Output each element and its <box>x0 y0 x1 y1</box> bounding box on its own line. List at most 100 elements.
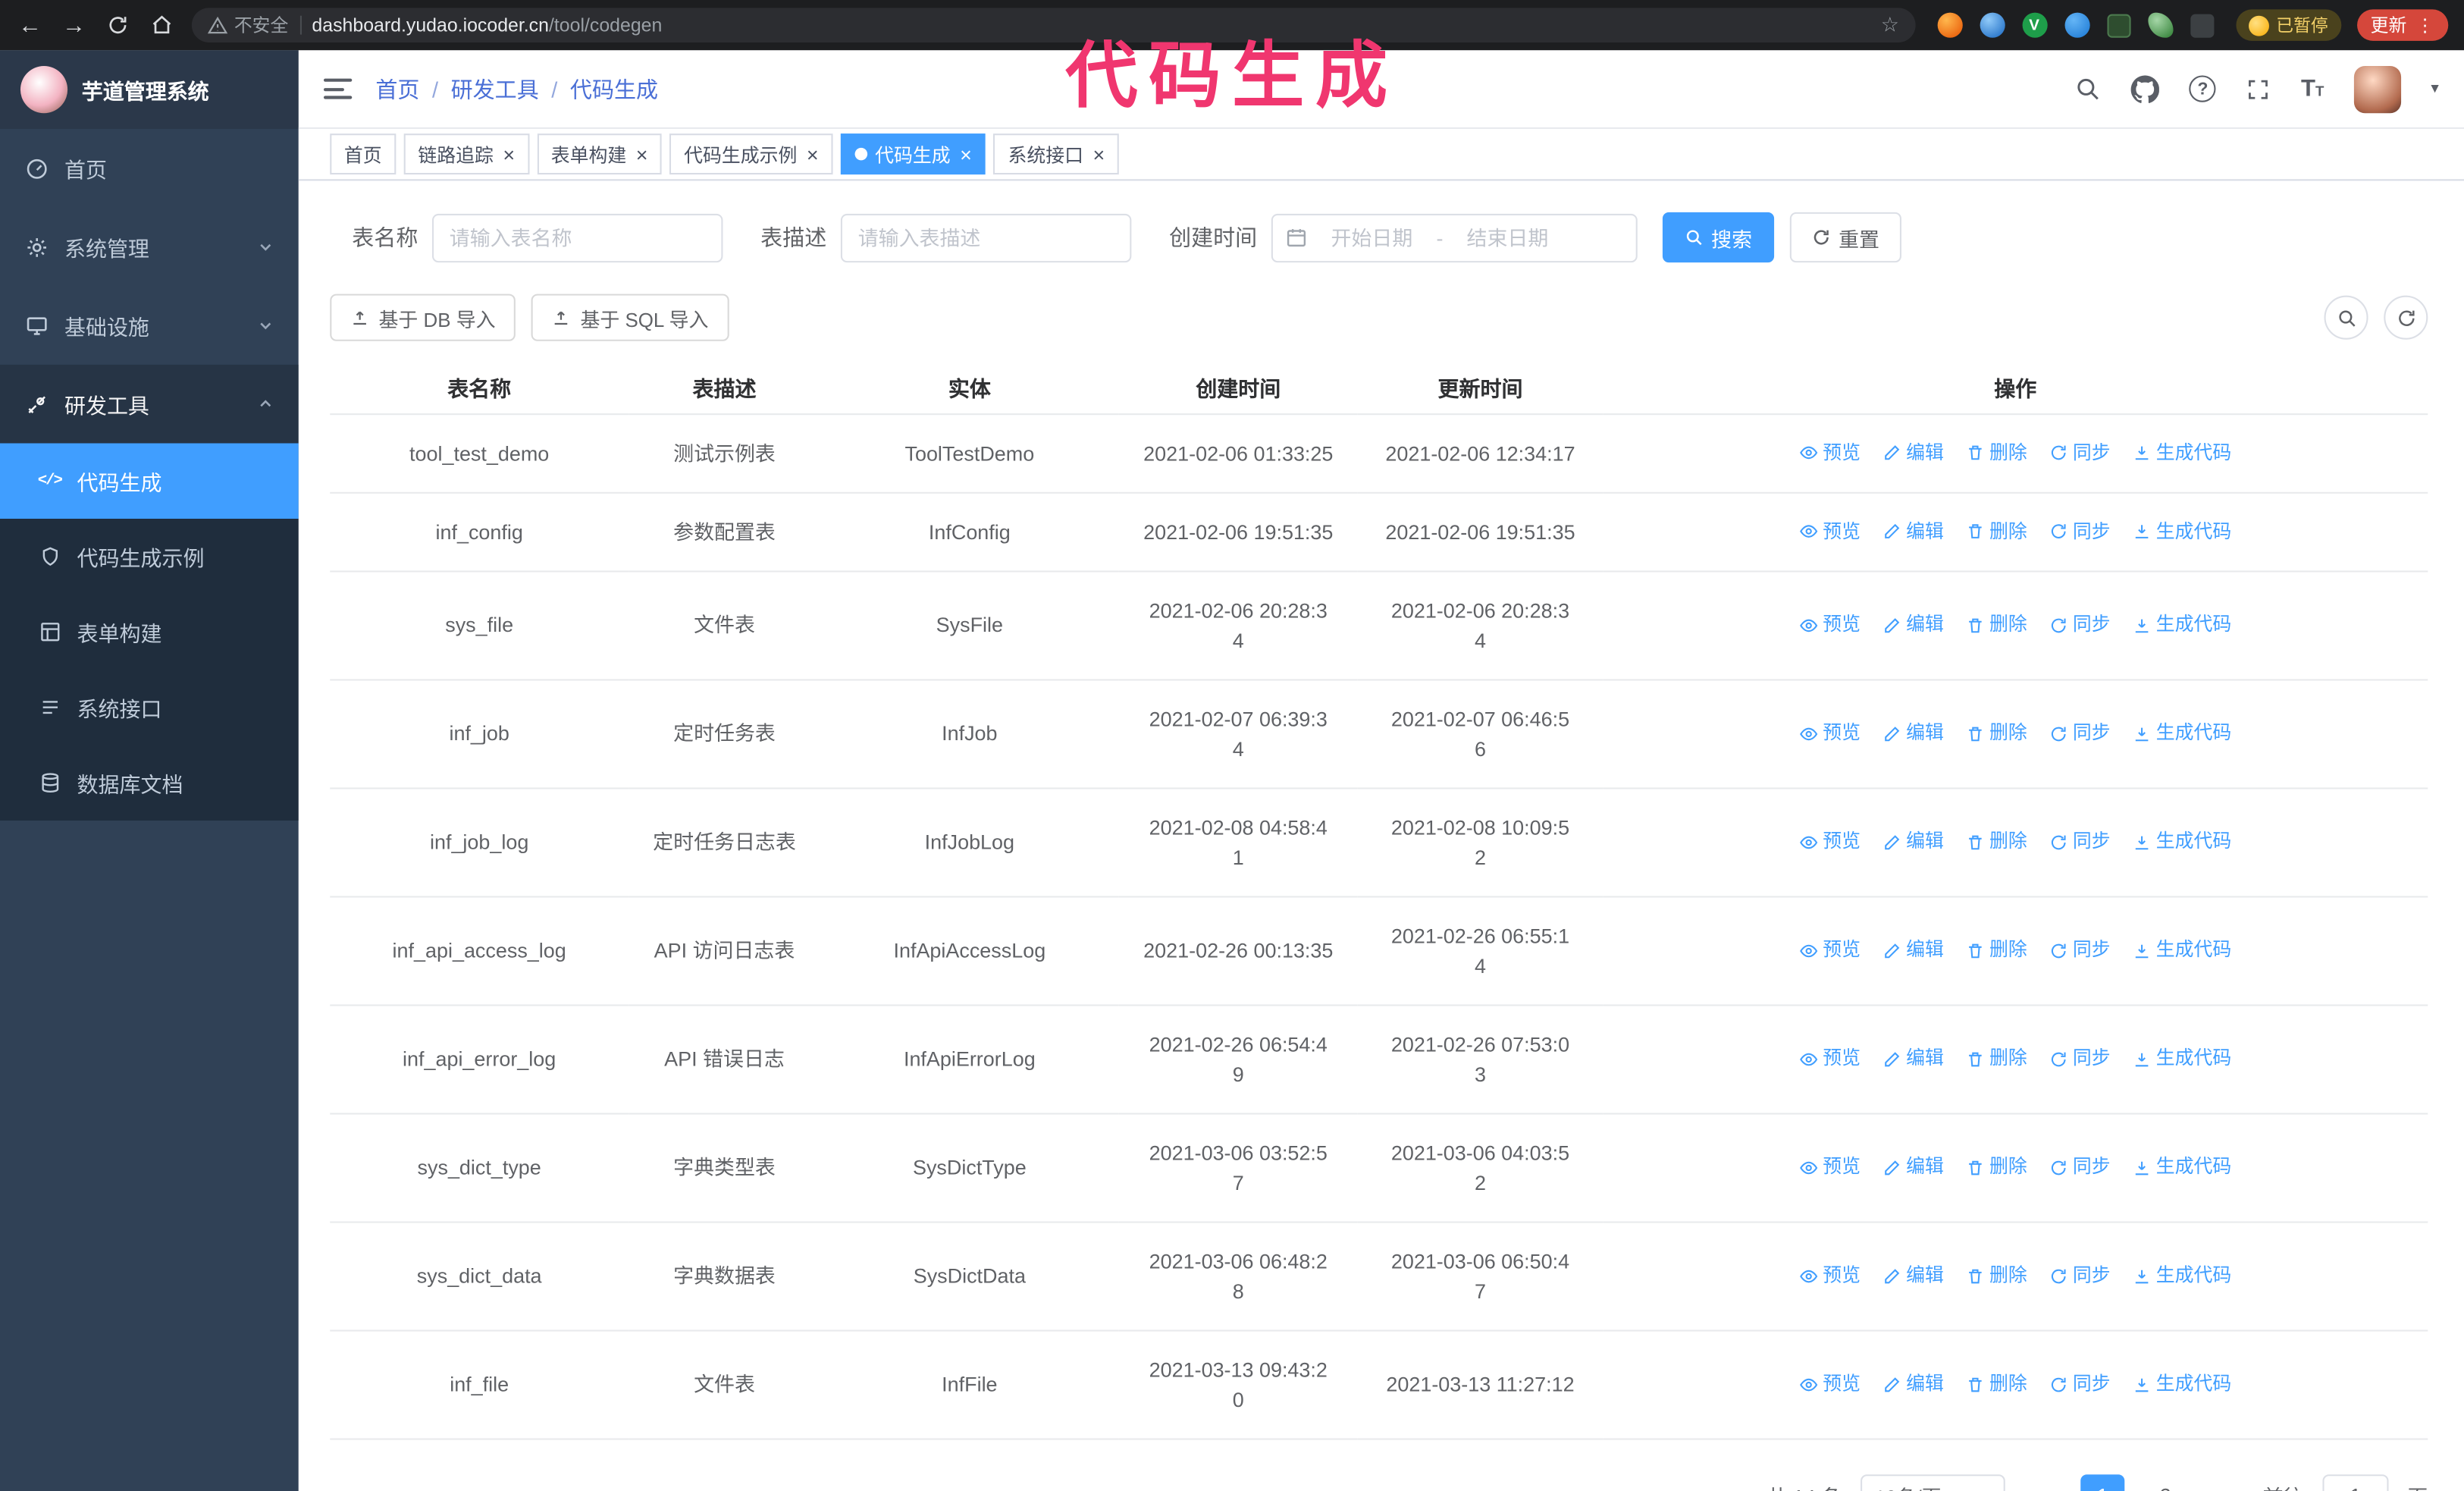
reset-button[interactable]: 重置 <box>1789 212 1902 263</box>
generate-code-link[interactable]: 生成代码 <box>2133 1152 2231 1182</box>
font-size-icon[interactable]: TT <box>2301 77 2324 101</box>
generate-code-link[interactable]: 生成代码 <box>2133 438 2231 467</box>
page-button-2[interactable]: 2 <box>2143 1474 2187 1491</box>
home-icon[interactable] <box>148 14 176 36</box>
tab-item[interactable]: 表单构建 × <box>537 133 663 175</box>
help-icon[interactable]: ? <box>2189 75 2217 102</box>
preview-link[interactable]: 预览 <box>1799 610 1861 639</box>
sync-link[interactable]: 同步 <box>2049 1369 2111 1398</box>
paused-badge[interactable]: 已暂停 <box>2235 9 2341 41</box>
generate-code-link[interactable]: 生成代码 <box>2133 1260 2231 1290</box>
preview-link[interactable]: 预览 <box>1799 935 1861 965</box>
edit-link[interactable]: 编辑 <box>1882 1369 1944 1398</box>
sync-link[interactable]: 同步 <box>2049 827 2111 856</box>
sync-link[interactable]: 同步 <box>2049 1044 2111 1073</box>
sidebar-item-system[interactable]: 系统管理 <box>0 208 299 287</box>
app-logo[interactable]: 芋道管理系统 <box>0 50 299 129</box>
preview-link[interactable]: 预览 <box>1799 438 1861 467</box>
close-icon[interactable]: × <box>960 144 972 165</box>
delete-link[interactable]: 删除 <box>1966 438 2027 467</box>
preview-link[interactable]: 预览 <box>1799 1152 1861 1182</box>
user-avatar[interactable] <box>2353 65 2402 113</box>
github-icon[interactable] <box>2131 74 2160 102</box>
breadcrumb-dev-tools[interactable]: 研发工具 <box>451 73 539 104</box>
edit-link[interactable]: 编辑 <box>1882 610 1944 639</box>
fullscreen-icon[interactable] <box>2246 77 2271 102</box>
sync-link[interactable]: 同步 <box>2049 718 2111 748</box>
extension-icon-terminal[interactable] <box>2106 13 2130 37</box>
preview-link[interactable]: 预览 <box>1799 718 1861 748</box>
refresh-table-button[interactable] <box>2384 295 2428 340</box>
page-button-1[interactable]: 1 <box>2080 1474 2125 1491</box>
edit-link[interactable]: 编辑 <box>1882 935 1944 965</box>
delete-link[interactable]: 删除 <box>1966 1044 2027 1073</box>
close-icon[interactable]: × <box>807 144 819 165</box>
preview-link[interactable]: 预览 <box>1799 1044 1861 1073</box>
table-desc-input[interactable] <box>840 212 1132 262</box>
sync-link[interactable]: 同步 <box>2049 438 2111 467</box>
delete-link[interactable]: 删除 <box>1966 516 2027 546</box>
sidebar-item-infrastructure[interactable]: 基础设施 <box>0 286 299 365</box>
tab-active[interactable]: 代码生成 × <box>840 133 986 175</box>
forward-icon[interactable]: → <box>60 14 88 37</box>
edit-link[interactable]: 编辑 <box>1882 718 1944 748</box>
edit-link[interactable]: 编辑 <box>1882 438 1944 467</box>
search-icon[interactable] <box>2075 75 2102 102</box>
sidebar-item-db-doc[interactable]: 数据库文档 <box>0 745 299 820</box>
delete-link[interactable]: 删除 <box>1966 610 2027 639</box>
tab-item[interactable]: 系统接口 × <box>993 133 1119 175</box>
next-page-button[interactable]: › <box>2206 1474 2244 1491</box>
goto-page-input[interactable] <box>2322 1474 2389 1491</box>
generate-code-link[interactable]: 生成代码 <box>2133 516 2231 546</box>
extension-icon-puzzle[interactable] <box>2190 13 2214 37</box>
toggle-search-button[interactable] <box>2324 295 2368 340</box>
sidebar-item-form-builder[interactable]: 表单构建 <box>0 594 299 669</box>
update-button[interactable]: 更新 ⋮ <box>2356 9 2449 41</box>
delete-link[interactable]: 删除 <box>1966 1369 2027 1398</box>
page-size-select[interactable]: 10条/页 ▾ <box>1861 1474 2005 1491</box>
sync-link[interactable]: 同步 <box>2049 1152 2111 1182</box>
delete-link[interactable]: 删除 <box>1966 1152 2027 1182</box>
prev-page-button[interactable]: ‹ <box>2024 1474 2062 1491</box>
end-date-input[interactable] <box>1449 225 1566 250</box>
close-icon[interactable]: × <box>636 144 648 165</box>
tab-item[interactable]: 首页 <box>330 133 397 175</box>
breadcrumb-home[interactable]: 首页 <box>375 73 419 104</box>
sync-link[interactable]: 同步 <box>2049 1260 2111 1290</box>
generate-code-link[interactable]: 生成代码 <box>2133 718 2231 748</box>
sync-link[interactable]: 同步 <box>2049 935 2111 965</box>
tab-item[interactable]: 链路追踪 × <box>403 133 529 175</box>
extension-icon-leaf[interactable] <box>2147 12 2173 38</box>
search-button[interactable]: 搜索 <box>1662 212 1775 263</box>
sidebar-toggle-icon[interactable] <box>323 78 353 99</box>
sidebar-item-codegen[interactable]: </> 代码生成 <box>0 443 299 519</box>
start-date-input[interactable] <box>1313 225 1431 250</box>
preview-link[interactable]: 预览 <box>1799 1260 1861 1290</box>
tab-item[interactable]: 代码生成示例 × <box>669 133 833 175</box>
preview-link[interactable]: 预览 <box>1799 516 1861 546</box>
close-icon[interactable]: × <box>503 144 515 165</box>
sidebar-item-home[interactable]: 首页 <box>0 129 299 208</box>
date-range-picker[interactable]: - <box>1271 212 1638 262</box>
address-bar[interactable]: 不安全 dashboard.yudao.iocoder.cn/tool/code… <box>191 8 1915 42</box>
sync-link[interactable]: 同步 <box>2049 516 2111 546</box>
close-icon[interactable]: × <box>1092 144 1105 165</box>
preview-link[interactable]: 预览 <box>1799 1369 1861 1398</box>
extension-icon-people[interactable] <box>2064 12 2089 38</box>
sidebar-item-dev-tools[interactable]: 研发工具 <box>0 364 299 444</box>
generate-code-link[interactable]: 生成代码 <box>2133 827 2231 856</box>
import-sql-button[interactable]: 基于 SQL 导入 <box>531 293 729 341</box>
sync-link[interactable]: 同步 <box>2049 610 2111 639</box>
sidebar-item-system-api[interactable]: 系统接口 <box>0 670 299 745</box>
preview-link[interactable]: 预览 <box>1799 827 1861 856</box>
edit-link[interactable]: 编辑 <box>1882 516 1944 546</box>
table-name-input[interactable] <box>431 212 723 262</box>
edit-link[interactable]: 编辑 <box>1882 1044 1944 1073</box>
extension-icon-fox[interactable] <box>1936 12 1962 38</box>
bookmark-star-icon[interactable]: ☆ <box>1881 13 1899 38</box>
generate-code-link[interactable]: 生成代码 <box>2133 610 2231 639</box>
user-menu-caret-icon[interactable]: ▾ <box>2431 80 2438 98</box>
delete-link[interactable]: 删除 <box>1966 718 2027 748</box>
reload-icon[interactable] <box>104 14 132 36</box>
delete-link[interactable]: 删除 <box>1966 935 2027 965</box>
